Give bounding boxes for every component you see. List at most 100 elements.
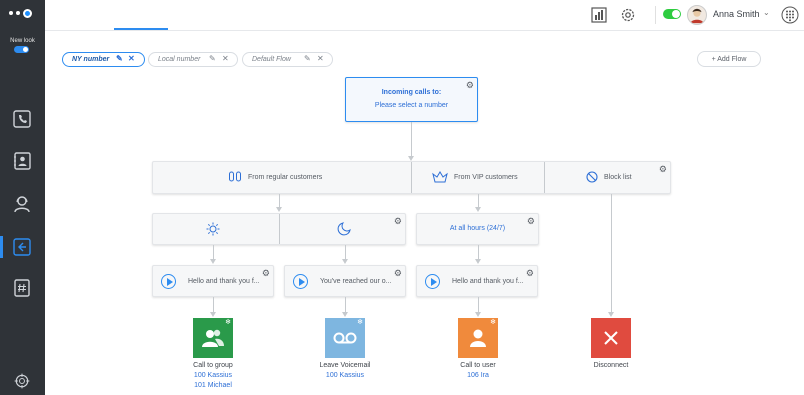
gear-icon[interactable]: ⚙ [526, 269, 534, 278]
connector [478, 194, 479, 208]
snowflake-icon: ❄ [225, 319, 231, 326]
new-look-toggle[interactable] [14, 46, 29, 53]
add-flow-button[interactable]: + Add Flow [697, 51, 761, 67]
gear-icon[interactable]: ⚙ [394, 269, 402, 278]
divider [544, 162, 545, 193]
avatar[interactable] [687, 5, 707, 25]
connector [213, 245, 214, 260]
close-icon [604, 331, 618, 345]
flow-tab-local-number[interactable]: Local number ✎ ✕ [148, 52, 238, 67]
group-icon [202, 329, 224, 347]
branch-regular[interactable]: From regular customers [228, 171, 322, 183]
divider [655, 6, 656, 24]
contacts-icon[interactable] [11, 150, 33, 172]
connector [611, 194, 612, 313]
divider [279, 214, 280, 244]
branch-label: From regular customers [248, 173, 323, 181]
time-rule-card[interactable]: ⚙ At all hours (24/7) [416, 213, 539, 245]
chevron-down-icon[interactable]: ⌄ [763, 8, 770, 17]
play-icon[interactable] [293, 274, 308, 289]
endpoint-title: Call to user [460, 362, 496, 369]
connector [279, 194, 280, 208]
branch-label: From VIP customers [454, 173, 518, 181]
calls-icon[interactable] [11, 108, 33, 130]
user-icon [470, 329, 486, 347]
arrow [475, 312, 481, 317]
chart-icon[interactable] [590, 6, 608, 24]
dialpad-icon[interactable] [781, 6, 799, 24]
greeting-card[interactable]: ⚙ Hello and thank you f... [152, 265, 274, 297]
footprints-icon [229, 171, 241, 182]
leave-voicemail-action[interactable]: ❄ [325, 318, 365, 358]
endpoint-title: Disconnect [593, 362, 629, 369]
endpoint-label: Call to group 100 Kassius 101 Michael [168, 361, 258, 391]
sun-icon[interactable] [206, 222, 220, 236]
flow-tab-label: Default Flow [252, 56, 291, 63]
close-icon[interactable]: ✕ [317, 54, 324, 63]
call-flow-icon[interactable] [11, 236, 33, 258]
edit-icon[interactable]: ✎ [209, 54, 216, 63]
arrow [475, 207, 481, 212]
endpoint-label: Leave Voicemail 100 Kassius [300, 361, 390, 381]
endpoint-member[interactable]: 101 Michael [168, 381, 258, 391]
gear-icon[interactable]: ⚙ [262, 269, 270, 278]
snowflake-icon: ❄ [357, 319, 363, 326]
connector [411, 122, 412, 157]
greeting-text: Hello and thank you f... [188, 278, 260, 285]
gear-icon[interactable]: ⚙ [394, 217, 402, 226]
connector [345, 297, 346, 313]
select-number-link[interactable]: Please select a number [346, 102, 477, 109]
flow-tab-ny-number[interactable]: NY number ✎ ✕ [62, 52, 145, 67]
connector [213, 297, 214, 313]
edit-icon[interactable]: ✎ [304, 54, 311, 63]
greeting-text: Hello and thank you f... [452, 278, 524, 285]
availability-toggle[interactable] [663, 9, 681, 19]
disconnect-action[interactable] [591, 318, 631, 358]
snowflake-icon: ❄ [490, 319, 496, 326]
divider [411, 162, 412, 193]
connector [345, 245, 346, 260]
gear-icon[interactable]: ⚙ [659, 165, 667, 174]
top-bar: Anna Smith ⌄ [45, 0, 804, 31]
play-icon[interactable] [161, 274, 176, 289]
user-name[interactable]: Anna Smith [713, 9, 760, 19]
settings-wheel-icon[interactable] [13, 372, 31, 390]
arrow [210, 259, 216, 264]
connector [478, 297, 479, 313]
numbers-icon[interactable] [11, 277, 33, 299]
gear-icon[interactable] [619, 6, 637, 24]
endpoint-title: Call to group [193, 362, 233, 369]
branch-block-list[interactable]: Block list [586, 171, 632, 183]
arrow [342, 312, 348, 317]
moon-icon[interactable] [337, 222, 351, 236]
call-to-group-action[interactable]: ❄ [193, 318, 233, 358]
arrow [276, 207, 282, 212]
endpoint-member[interactable]: 100 Kassius [300, 371, 390, 381]
endpoint-member[interactable]: 100 Kassius [168, 371, 258, 381]
greeting-card[interactable]: ⚙ You've reached our o... [284, 265, 406, 297]
time-rule-label: At all hours (24/7) [449, 225, 506, 232]
arrow [475, 259, 481, 264]
greeting-card[interactable]: ⚙ Hello and thank you f... [416, 265, 538, 297]
close-icon[interactable]: ✕ [128, 54, 135, 63]
support-agent-icon[interactable] [11, 193, 33, 215]
branch-vip[interactable]: From VIP customers [432, 171, 518, 183]
flow-tab-default-flow[interactable]: Default Flow ✎ ✕ [242, 52, 333, 67]
connector [478, 245, 479, 260]
arrow [608, 312, 614, 317]
app-logo[interactable] [9, 8, 35, 18]
play-icon[interactable] [425, 274, 440, 289]
flow-tab-label: Local number [158, 56, 201, 63]
arrow [210, 312, 216, 317]
endpoint-label: Call to user 106 Ira [433, 361, 523, 381]
endpoint-member[interactable]: 106 Ira [433, 371, 523, 381]
endpoint-title: Leave Voicemail [319, 362, 371, 369]
edit-icon[interactable]: ✎ [116, 54, 123, 63]
branch-label: Block list [604, 173, 632, 181]
incoming-title: Incoming calls to: [381, 89, 442, 96]
sidebar: New look [0, 0, 45, 395]
new-look-label: New look [10, 38, 35, 44]
call-to-user-action[interactable]: ❄ [458, 318, 498, 358]
close-icon[interactable]: ✕ [222, 54, 229, 63]
incoming-calls-card[interactable]: ⚙ Incoming calls to: Please select a num… [345, 77, 478, 122]
